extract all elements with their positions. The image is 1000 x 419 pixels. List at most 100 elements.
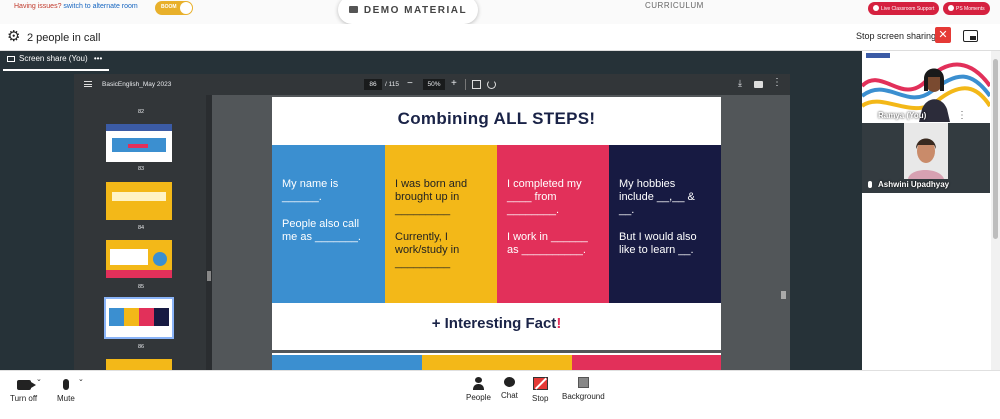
interesting-fact-heading: + Interesting Fact! — [272, 315, 721, 332]
pdf-toolbar: BasicEnglish_May 2023 86 / 115 − 50% + ⤓… — [74, 74, 790, 95]
ps-moments-button[interactable]: PS Moments — [943, 2, 990, 15]
menu-icon[interactable] — [84, 81, 92, 87]
column-line: I completed my ____ from ________. — [507, 178, 582, 216]
thumbnail[interactable] — [106, 359, 172, 370]
thumbnail[interactable] — [106, 124, 172, 162]
call-title: 2 people in call — [27, 32, 101, 44]
toggle-knob — [180, 2, 192, 14]
participant-tile[interactable]: Ashwini Upadhyay — [862, 123, 990, 193]
next-page-block — [572, 355, 721, 370]
screen-icon — [7, 56, 15, 62]
stop-share-icon — [532, 377, 548, 390]
background-icon — [577, 377, 589, 388]
camera-icon — [16, 380, 36, 390]
download-icon[interactable]: ⤓ — [738, 78, 742, 89]
pdf-file-name: BasicEnglish_May 2023 — [102, 81, 172, 88]
stop-sharing-button[interactable]: ✕ — [935, 27, 951, 43]
live-support-label: Live Classroom Support — [881, 6, 935, 12]
column-line: My name is ______. — [282, 178, 339, 203]
boom-toggle-label: BOOM — [161, 4, 177, 10]
background-label: Background — [562, 392, 605, 401]
mic-icon — [868, 112, 872, 119]
pdf-page-viewport: Combining ALL STEPS! My name is ______. … — [212, 95, 790, 370]
mute-label: Mute — [57, 394, 75, 403]
microphone-icon — [62, 379, 69, 390]
panel-scroll-thumb[interactable] — [993, 59, 998, 239]
thumbnail-block — [112, 192, 166, 201]
chevron-down-icon[interactable]: ⌄ — [78, 375, 84, 383]
thumbnail[interactable] — [106, 240, 172, 278]
stop-share-button[interactable]: Stop — [532, 377, 548, 403]
thumbnail-block — [109, 308, 124, 326]
top-strip: Having issues? switch to alternate room … — [0, 0, 1000, 24]
next-page-block — [422, 355, 572, 370]
more-options-icon[interactable]: ⋮ — [772, 77, 782, 88]
thumbnail-selected[interactable] — [104, 297, 174, 339]
people-button[interactable]: People — [466, 377, 491, 402]
scroll-thumb[interactable] — [207, 271, 211, 281]
turn-off-camera-button[interactable]: Turn off — [10, 377, 37, 403]
call-header: ⚙ 2 people in call Stop screen sharing ✕ — [0, 24, 1000, 51]
zoom-input[interactable]: 50% — [423, 79, 445, 90]
page-total: / 115 — [385, 81, 399, 88]
thumbnail[interactable] — [106, 182, 172, 220]
alternate-room-link[interactable]: switch to alternate room — [63, 3, 137, 10]
slide-column-hobbies: My hobbies include __,__ & __. But I wou… — [609, 145, 721, 303]
thumbnail-block — [154, 308, 169, 326]
boom-toggle[interactable]: BOOM — [155, 1, 193, 15]
thumbnail-page-number: 82 — [137, 109, 145, 115]
turn-off-label: Turn off — [10, 394, 38, 403]
zoom-in-button[interactable]: + — [451, 78, 457, 89]
menu-icon-bar — [84, 84, 92, 85]
rotate-icon[interactable] — [487, 80, 496, 89]
fact-exclamation: ! — [556, 315, 562, 332]
slide-column-work: I completed my ____ from ________. I wor… — [497, 145, 610, 303]
pdf-viewer: BasicEnglish_May 2023 86 / 115 − 50% + ⤓… — [74, 74, 790, 370]
fact-text: + Interesting Fact — [431, 315, 557, 332]
live-support-button[interactable]: Live Classroom Support — [868, 2, 940, 15]
chat-icon — [503, 377, 515, 387]
participant-name: Ramya (You) — [878, 111, 927, 120]
moments-icon — [948, 5, 954, 11]
more-options-icon[interactable]: ⋮ — [957, 110, 967, 121]
stop-screen-sharing-label: Stop screen sharing — [856, 31, 937, 41]
thumbnail-page-number: 86 — [137, 344, 145, 350]
picture-in-picture-icon[interactable] — [963, 30, 978, 42]
chevron-down-icon[interactable]: ⌄ — [36, 375, 42, 383]
issues-notice: Having issues? switch to alternate room — [14, 3, 138, 10]
issues-text: Having issues? — [14, 3, 62, 10]
thumbnail-block — [139, 308, 154, 326]
slide-title: Combining ALL STEPS! — [397, 109, 596, 128]
thumbnail-block — [124, 308, 139, 326]
column-line: Currently, I work/study in _________ — [395, 231, 460, 269]
mute-button[interactable]: Mute — [57, 377, 75, 403]
slide-column-name: My name is ______. People also call me a… — [272, 145, 385, 303]
panel-scrollbar[interactable] — [991, 51, 1000, 370]
curriculum-link[interactable]: CURRICULUM — [645, 1, 704, 10]
page-scrollbar-thumb[interactable] — [781, 291, 786, 299]
participant-name-label: Ashwini Upadhyay — [868, 180, 949, 189]
next-page-block — [272, 355, 422, 370]
screen-share-tab[interactable]: Screen share (You) ••• — [3, 54, 110, 71]
screen-share-tab-label: Screen share (You) — [19, 54, 88, 63]
thumbnail-page-number: 83 — [137, 166, 145, 172]
toolbar-divider — [465, 79, 466, 90]
print-icon[interactable] — [754, 81, 763, 88]
zoom-out-button[interactable]: − — [407, 78, 413, 89]
chat-button[interactable]: Chat — [501, 377, 518, 400]
people-label: People — [466, 393, 491, 402]
page-number-input[interactable]: 86 — [364, 79, 382, 90]
gear-icon[interactable]: ⚙ — [7, 29, 21, 44]
column-line: But I would also like to learn __. — [619, 231, 697, 256]
participant-name-label: Ramya (You) — [868, 111, 926, 120]
fit-page-icon[interactable] — [472, 80, 481, 89]
background-button[interactable]: Background — [562, 377, 605, 401]
column-line: People also call me as _______. — [282, 218, 361, 243]
mic-icon — [868, 181, 872, 188]
share-more-icon[interactable]: ••• — [94, 54, 102, 63]
participant-tile[interactable]: Ramya (You) — [862, 51, 990, 122]
column-line: I was born and brought up in _________ — [395, 178, 468, 216]
support-icon — [873, 5, 879, 11]
demo-material-label: DEMO MATERIAL — [363, 5, 468, 16]
demo-material-button[interactable]: DEMO MATERIAL — [338, 0, 478, 24]
